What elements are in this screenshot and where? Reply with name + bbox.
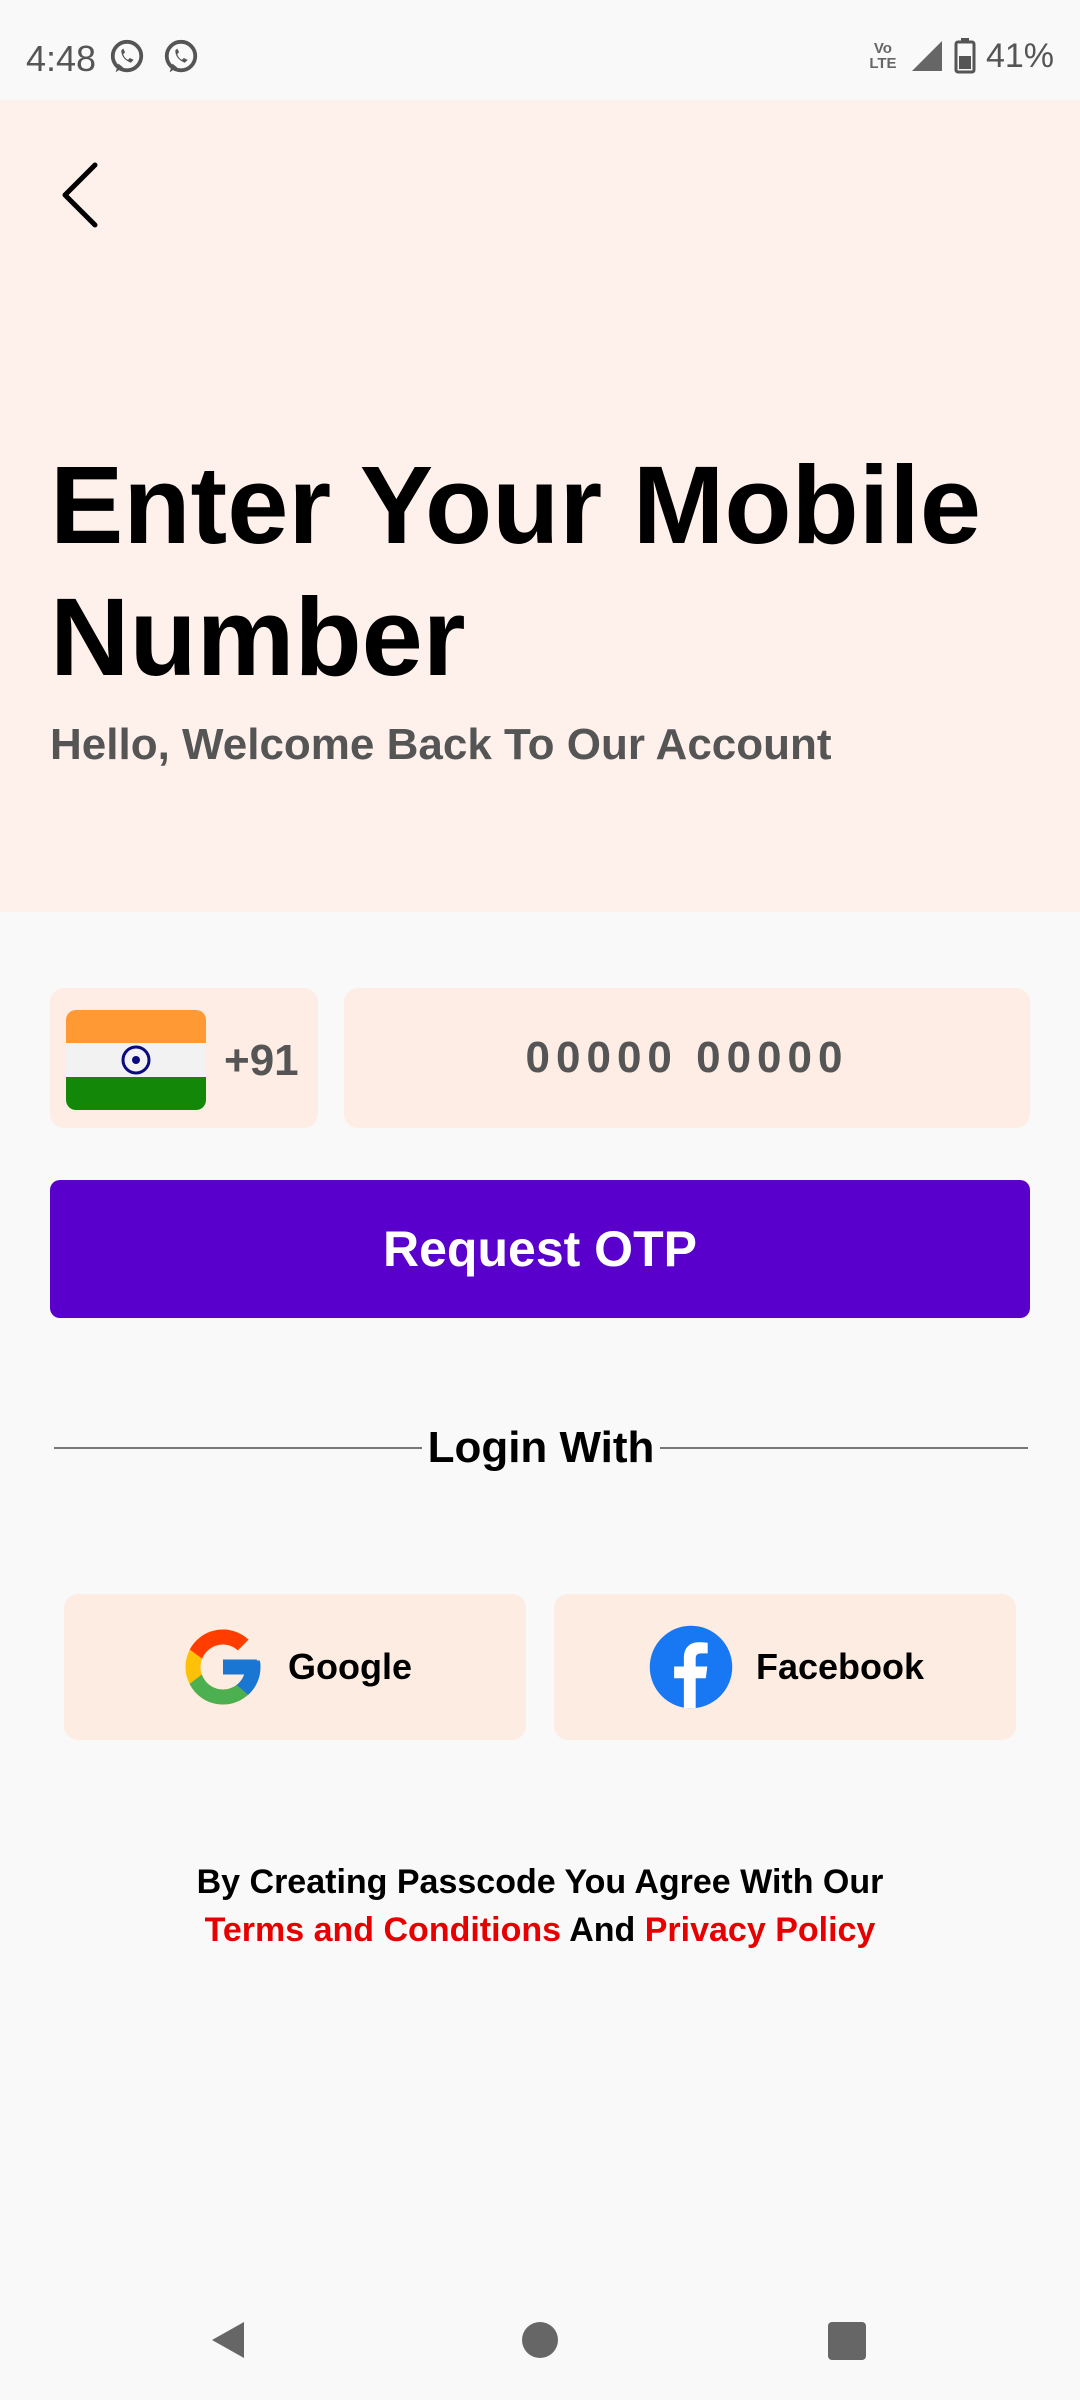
divider-line: [660, 1447, 1029, 1449]
login-with-divider: Login With: [54, 1418, 1029, 1478]
google-icon: [185, 1629, 261, 1705]
header: Enter Your Mobile Number Hello, Welcome …: [0, 100, 1080, 912]
facebook-login-button[interactable]: Facebook: [554, 1594, 1016, 1740]
terms-and: And: [569, 1911, 636, 1949]
volte-indicator: Vo LTE: [869, 40, 897, 72]
facebook-label: Facebook: [755, 1646, 925, 1687]
dial-code: +91: [224, 1036, 299, 1085]
whatsapp-icon: [164, 39, 198, 73]
facebook-icon: [649, 1625, 733, 1709]
terms-text: By Creating Passcode You Agree With Our …: [0, 1858, 1080, 1954]
login-with-label: Login With: [427, 1423, 655, 1472]
phone-field-container: [344, 988, 1030, 1128]
status-right: Vo LTE 41%: [866, 36, 1054, 76]
signal-icon: [911, 41, 942, 71]
phone-number-input[interactable]: [344, 988, 1030, 1128]
page-subtitle: Hello, Welcome Back To Our Account: [50, 720, 832, 769]
request-otp-button[interactable]: Request OTP: [50, 1180, 1030, 1318]
status-bar: 4:48 Vo LTE 41%: [0, 0, 1080, 100]
divider-line: [54, 1447, 422, 1449]
battery-icon: [954, 38, 976, 74]
privacy-link[interactable]: Privacy Policy: [645, 1911, 876, 1949]
nav-back-icon[interactable]: [206, 2318, 250, 2362]
battery-percent: 41%: [985, 36, 1054, 75]
nav-recent-icon[interactable]: [828, 2322, 866, 2360]
india-flag-icon: [66, 1010, 206, 1110]
google-label: Google: [288, 1646, 412, 1687]
page-title: Enter Your Mobile Number: [50, 444, 982, 699]
country-code-selector[interactable]: +91: [50, 988, 318, 1128]
terms-line-1: By Creating Passcode You Agree With Our: [196, 1863, 884, 1901]
nav-home-icon[interactable]: [522, 2322, 558, 2358]
terms-line-2: Terms and Conditions And Privacy Policy: [0, 1906, 1080, 1954]
status-time: 4:48: [26, 38, 97, 79]
whatsapp-icon: [110, 39, 144, 73]
terms-link[interactable]: Terms and Conditions: [205, 1911, 561, 1949]
google-login-button[interactable]: Google: [64, 1594, 526, 1740]
chevron-left-icon[interactable]: [50, 150, 110, 240]
